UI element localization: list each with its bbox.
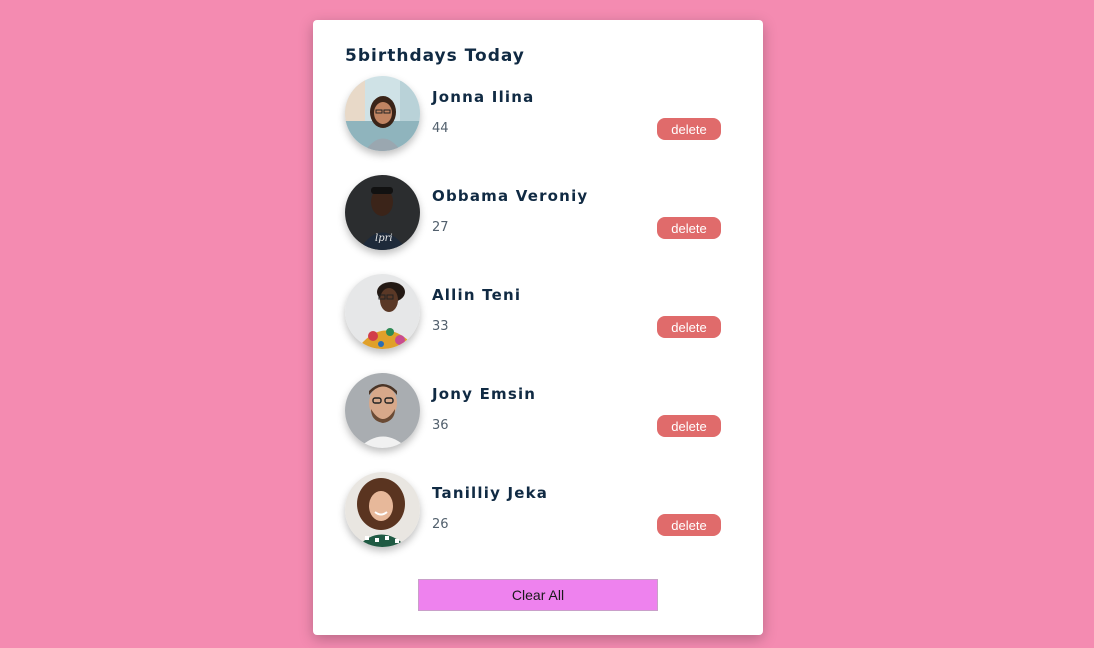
list-item: lpri Obbama Veroniy 27 delete [345, 175, 721, 250]
delete-button[interactable]: delete [657, 217, 721, 239]
person-name: Jonna Ilina [432, 88, 535, 106]
avatar [345, 76, 420, 151]
list-item: Jonna Ilina 44 delete [345, 76, 721, 151]
person-info: Allin Teni 33 delete [432, 274, 721, 349]
person-age: 44 [432, 121, 449, 136]
card-title: 5birthdays Today [345, 46, 525, 66]
person-info: Jony Emsin 36 delete [432, 373, 721, 448]
person-name: Obbama Veroniy [432, 187, 589, 205]
delete-button[interactable]: delete [657, 118, 721, 140]
avatar [345, 472, 420, 547]
person-info: Tanilliy Jeka 26 delete [432, 472, 721, 547]
list-item: Jony Emsin 36 delete [345, 373, 721, 448]
person-age: 27 [432, 220, 449, 235]
person-name: Allin Teni [432, 286, 522, 304]
svg-text:lpri: lpri [375, 233, 393, 244]
avatar [345, 373, 420, 448]
list-item: Tanilliy Jeka 26 delete [345, 472, 721, 547]
person-name: Jony Emsin [432, 385, 537, 403]
person-age: 33 [432, 319, 449, 334]
delete-button[interactable]: delete [657, 514, 721, 536]
delete-button[interactable]: delete [657, 415, 721, 437]
list-item: Allin Teni 33 delete [345, 274, 721, 349]
person-info: Jonna Ilina 44 delete [432, 76, 721, 151]
person-age: 36 [432, 418, 449, 433]
delete-button[interactable]: delete [657, 316, 721, 338]
person-list: Jonna Ilina 44 delete lpri Obbama Veroni… [345, 76, 721, 547]
avatar: lpri [345, 175, 420, 250]
avatar [345, 274, 420, 349]
birthday-card: 5birthdays Today Jonna Ilina 44 delete l… [313, 20, 763, 635]
person-age: 26 [432, 517, 449, 532]
person-info: Obbama Veroniy 27 delete [432, 175, 721, 250]
clear-all-button[interactable]: Clear All [418, 579, 658, 611]
person-name: Tanilliy Jeka [432, 484, 549, 502]
